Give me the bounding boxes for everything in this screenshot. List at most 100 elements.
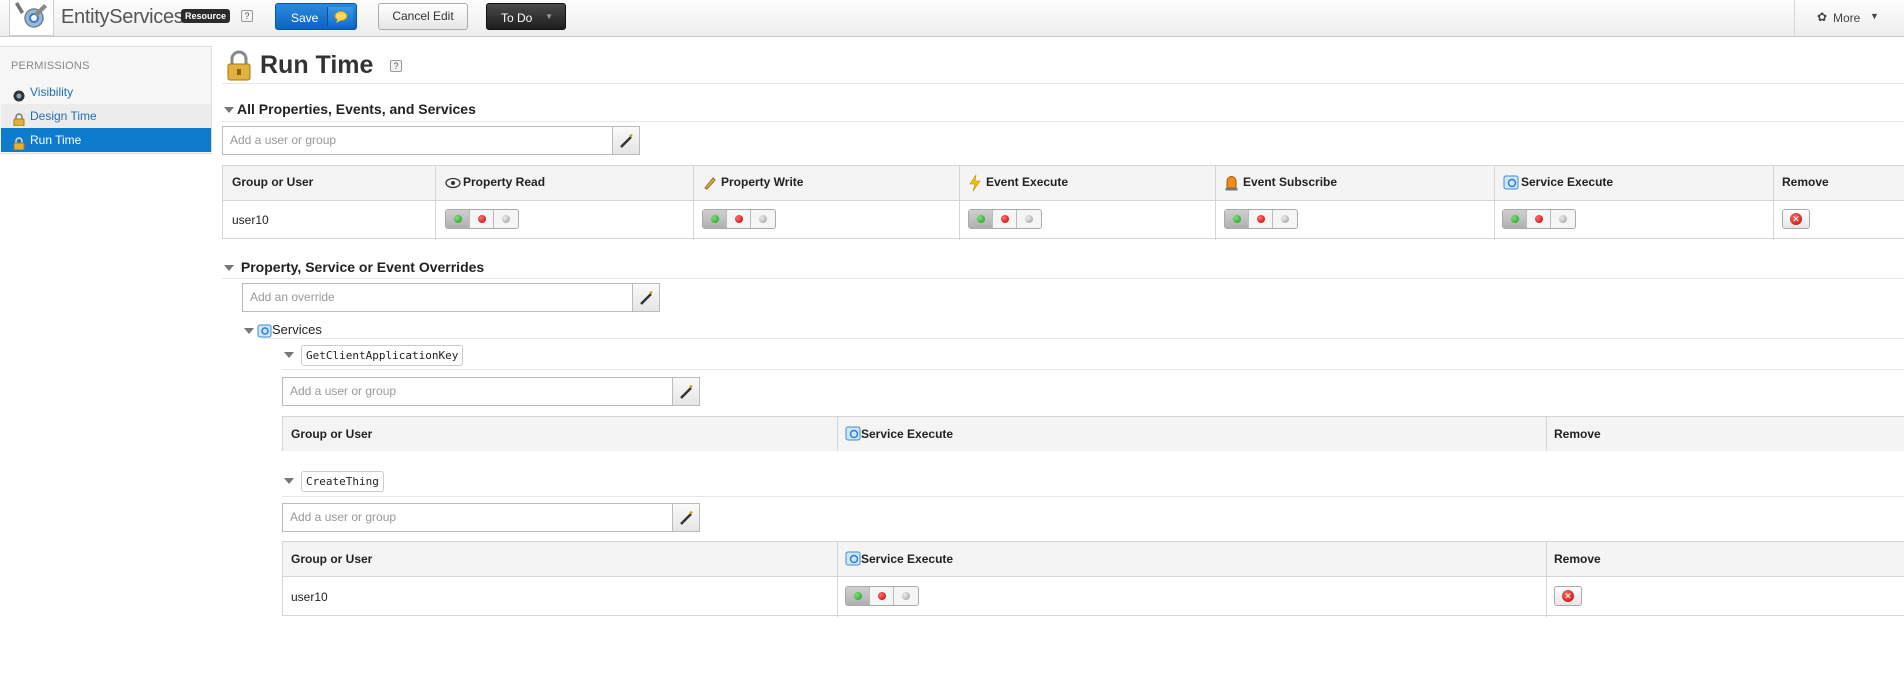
resource-badge: Resource	[181, 9, 231, 23]
service-icon	[1503, 175, 1519, 190]
picker-button[interactable]	[632, 283, 660, 312]
all-section-heading[interactable]: All Properties, Events, and Services	[224, 101, 476, 117]
allow-dot[interactable]	[1233, 215, 1241, 223]
column-header: Service Execute	[1521, 175, 1614, 189]
collapse-triangle-icon[interactable]	[284, 478, 294, 484]
table-header	[283, 542, 1904, 577]
column-header: Service Execute	[861, 427, 954, 441]
entity-logo	[9, 0, 54, 36]
property-write-toggle[interactable]	[702, 209, 776, 229]
services-group[interactable]: Services	[244, 322, 322, 338]
sidebar-item-design-time[interactable]: Design Time	[1, 104, 211, 128]
remove-button[interactable]: ✕	[1782, 209, 1810, 229]
column-header: Remove	[1554, 427, 1601, 441]
help-icon[interactable]: ?	[241, 10, 253, 22]
column-header: Remove	[1782, 175, 1829, 189]
chevron-down-icon: ▼	[545, 12, 553, 21]
collapse-triangle-icon	[244, 327, 254, 334]
property-read-toggle[interactable]	[445, 209, 519, 229]
event-subscribe-toggle[interactable]	[1224, 209, 1298, 229]
divider	[222, 278, 1904, 279]
more-label: More	[1833, 11, 1861, 25]
collapse-triangle-icon[interactable]	[284, 352, 294, 358]
service-icon	[257, 324, 272, 338]
event-execute-toggle[interactable]	[968, 209, 1042, 229]
sidebar-item-label: Visibility	[30, 85, 74, 99]
inherit-dot[interactable]	[502, 215, 510, 223]
service-icon	[845, 551, 861, 566]
wand-icon	[680, 511, 693, 525]
column-header: Property Read	[463, 175, 546, 189]
service-execute-toggle[interactable]	[845, 586, 919, 606]
cancel-edit-button[interactable]: Cancel Edit	[378, 3, 468, 30]
add-user-input[interactable]: Add a user or group	[282, 377, 673, 406]
collapse-triangle-icon	[224, 265, 234, 272]
remove-button[interactable]: ✕	[1554, 586, 1582, 606]
deny-dot[interactable]	[1257, 215, 1265, 223]
column-header: Service Execute	[861, 552, 954, 566]
more-menu[interactable]: ✿ More ▼	[1794, 0, 1904, 36]
permissions-table: Group or User Property Read Property Wri…	[222, 165, 1904, 240]
chevron-down-icon: ▼	[1870, 11, 1879, 21]
sidebar-item-visibility[interactable]: Visibility	[1, 80, 211, 104]
todo-dropdown[interactable]: To Do ▼	[486, 3, 566, 30]
comment-toggle[interactable]	[327, 7, 353, 26]
deny-dot[interactable]	[735, 215, 743, 223]
wand-icon	[640, 291, 653, 305]
service-icon	[845, 426, 861, 441]
allow-dot[interactable]	[854, 592, 862, 600]
table-header	[283, 417, 1904, 451]
beacon-icon	[1225, 176, 1238, 191]
override-table: Group or User Service Execute Remove	[282, 416, 1904, 451]
inherit-dot[interactable]	[1559, 215, 1567, 223]
deny-dot[interactable]	[878, 592, 886, 600]
allow-dot[interactable]	[454, 215, 462, 223]
sidebar-item-label: Design Time	[30, 109, 97, 123]
permissions-sidebar: PERMISSIONS Visibility Design Time Run T…	[0, 46, 212, 154]
row-user: user10	[291, 590, 328, 604]
overrides-heading[interactable]: Property, Service or Event Overrides	[224, 259, 484, 275]
inherit-dot[interactable]	[1281, 215, 1289, 223]
save-button-label: Save	[291, 11, 319, 25]
close-icon: ✕	[1790, 213, 1802, 225]
override-table: Group or User Service Execute Remove use…	[282, 541, 1904, 617]
page-title: Run Time	[224, 51, 373, 80]
add-user-input[interactable]: Add a user or group	[222, 126, 613, 155]
deny-dot[interactable]	[1001, 215, 1009, 223]
picker-button[interactable]	[672, 503, 700, 532]
gear-icon: ✿	[1817, 10, 1828, 24]
sidebar-heading: PERMISSIONS	[11, 60, 90, 72]
deny-dot[interactable]	[478, 215, 486, 223]
lightning-icon	[969, 175, 981, 191]
column-header: Event Execute	[986, 175, 1069, 189]
add-override-input[interactable]: Add an override	[242, 283, 633, 312]
page-title-text: Run Time	[260, 51, 374, 79]
divider	[282, 369, 1904, 370]
overrides-title: Property, Service or Event Overrides	[240, 259, 485, 275]
picker-button[interactable]	[612, 126, 640, 155]
add-user-input[interactable]: Add a user or group	[282, 503, 673, 532]
wand-icon	[680, 385, 693, 399]
deny-dot[interactable]	[1535, 215, 1543, 223]
gear-wrench-icon	[15, 2, 47, 28]
column-header: Remove	[1554, 552, 1601, 566]
inherit-dot[interactable]	[902, 592, 910, 600]
allow-dot[interactable]	[711, 215, 719, 223]
top-toolbar: EntityServices Resource ? Save Cancel Ed…	[0, 0, 1904, 37]
inherit-dot[interactable]	[1025, 215, 1033, 223]
picker-button[interactable]	[672, 377, 700, 406]
save-button[interactable]: Save	[275, 3, 357, 30]
service-execute-toggle[interactable]	[1502, 209, 1576, 229]
wand-icon	[620, 134, 633, 148]
inherit-dot[interactable]	[759, 215, 767, 223]
help-icon[interactable]: ?	[390, 60, 402, 72]
close-icon: ✕	[1562, 590, 1574, 602]
sidebar-item-run-time[interactable]: Run Time	[1, 128, 211, 152]
pencil-icon	[704, 177, 716, 190]
services-group-label: Services	[272, 322, 322, 337]
eye-icon	[445, 177, 461, 189]
divider	[222, 83, 1904, 84]
allow-dot[interactable]	[977, 215, 985, 223]
allow-dot[interactable]	[1511, 215, 1519, 223]
column-header: Group or User	[232, 175, 314, 189]
